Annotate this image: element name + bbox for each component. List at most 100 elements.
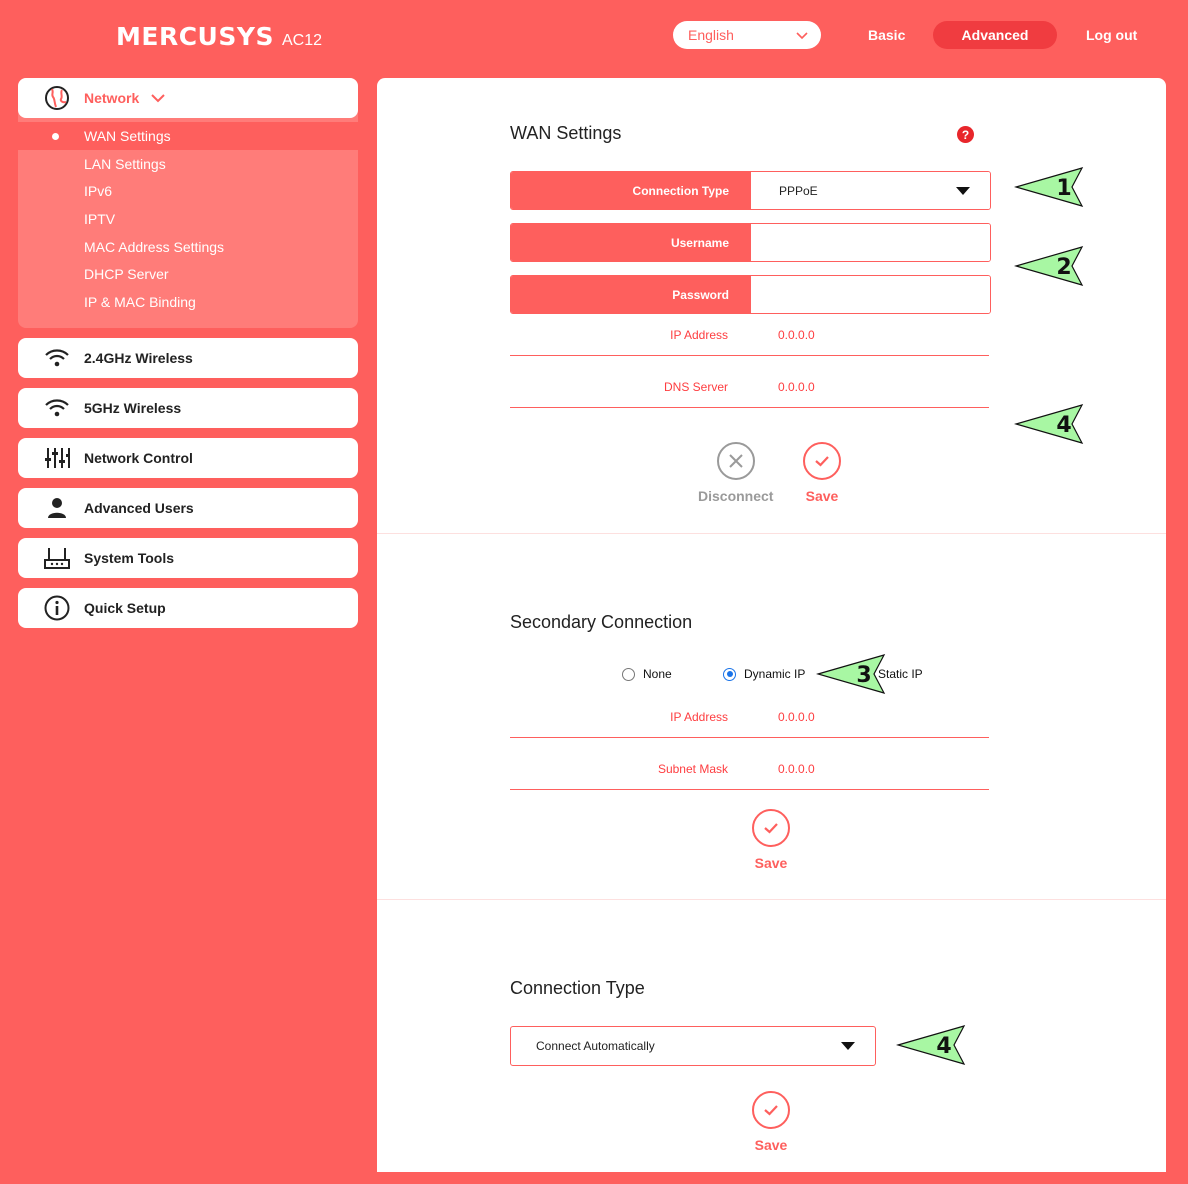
check-icon (752, 1091, 790, 1129)
sidebar-item-network-control[interactable]: Network Control (18, 437, 358, 478)
sidebar-subitem-mac-address[interactable]: MAC Address Settings (18, 233, 358, 261)
connection-type-select[interactable]: Connection Type PPPoE (510, 171, 991, 210)
model-name: AC12 (281, 32, 322, 49)
username-field[interactable]: Username (510, 223, 991, 262)
wifi-icon (42, 395, 72, 421)
secondary-ip-row: IP Address 0.0.0.0 (510, 708, 989, 738)
sidebar-item-24ghz-wireless[interactable]: 2.4GHz Wireless (18, 337, 358, 378)
info-icon (42, 595, 72, 621)
sidebar-item-5ghz-wireless[interactable]: 5GHz Wireless (18, 387, 358, 428)
annotation-arrow-4b: 4 (896, 1025, 966, 1065)
disconnect-button[interactable]: Disconnect (698, 442, 773, 504)
wan-save-button[interactable]: Save (803, 442, 841, 504)
annotation-arrow-2: 2 (1014, 246, 1084, 286)
check-icon (803, 442, 841, 480)
caret-down-icon (841, 1042, 855, 1050)
chevron-down-icon (151, 94, 165, 103)
connection-type-title: Connection Type (510, 978, 645, 998)
sidebar-item-label: Quick Setup (84, 599, 166, 616)
connection-type-value: PPPoE (779, 183, 818, 198)
connection-save-button[interactable]: Save (752, 1091, 790, 1153)
wan-dns-row: DNS Server 0.0.0.0 (510, 378, 989, 408)
sidebar-subitem-ipv6[interactable]: IPv6 (18, 177, 358, 205)
subitem-label: MAC Address Settings (84, 238, 225, 255)
section-divider (377, 533, 1166, 534)
subitem-label: WAN Settings (84, 127, 171, 144)
annotation-number: 3 (856, 663, 871, 688)
password-label: Password (511, 276, 751, 313)
wan-settings-title: WAN Settings (510, 123, 622, 143)
connection-mode-select[interactable]: Connect Automatically (510, 1026, 876, 1066)
globe-icon (42, 85, 72, 111)
language-select[interactable]: English (673, 21, 821, 49)
password-input[interactable] (751, 276, 990, 313)
nav-basic[interactable]: Basic (868, 27, 905, 43)
brand-name: MERCUSYS (116, 22, 274, 51)
sidebar-item-system-tools[interactable]: System Tools (18, 537, 358, 578)
subitem-label: IPTV (84, 210, 116, 227)
sidebar-item-network[interactable]: Network (18, 78, 358, 118)
secondary-connection-title: Secondary Connection (510, 612, 693, 632)
sliders-icon (42, 445, 72, 471)
annotation-number: 1 (1056, 176, 1071, 201)
check-icon (752, 809, 790, 847)
disconnect-label: Disconnect (698, 488, 774, 504)
help-icon[interactable]: ? (957, 126, 974, 143)
chevron-down-icon (796, 32, 808, 40)
username-label: Username (511, 224, 751, 261)
subnet-mask-value: 0.0.0.0 (778, 762, 815, 776)
sidebar-item-label: Advanced Users (84, 499, 194, 516)
save-label: Save (754, 1137, 788, 1153)
annotation-arrow-3: 3 (816, 654, 886, 694)
sidebar-subitem-ip-mac-binding[interactable]: IP & MAC Binding (18, 288, 358, 316)
password-field[interactable]: Password (510, 275, 991, 314)
annotation-number: 4 (1056, 413, 1071, 438)
save-label: Save (805, 488, 839, 504)
radio-dynamic-ip[interactable]: Dynamic IP (723, 667, 805, 681)
subitem-label: IPv6 (84, 183, 113, 200)
network-submenu: WAN Settings LAN Settings IPv6 IPTV MAC … (18, 118, 358, 328)
wifi-icon (42, 345, 72, 371)
main-panel: WAN Settings ? Connection Type PPPoE Use… (377, 78, 1166, 1172)
radio-none[interactable]: None (622, 667, 672, 681)
user-icon (42, 495, 72, 521)
network-menu-group: Network WAN Settings LAN Settings IPv6 I… (18, 78, 358, 328)
sidebar-subitem-wan-settings[interactable]: WAN Settings (18, 122, 358, 150)
ip-address-label: IP Address (670, 328, 728, 342)
dns-server-value: 0.0.0.0 (778, 380, 815, 394)
sidebar-item-quick-setup[interactable]: Quick Setup (18, 587, 358, 628)
subitem-label: IP & MAC Binding (84, 293, 196, 310)
annotation-arrow-4: 4 (1014, 404, 1084, 444)
username-input[interactable] (751, 224, 990, 261)
sidebar-item-label: System Tools (84, 549, 174, 566)
caret-down-icon (956, 186, 970, 195)
sidebar-item-advanced-users[interactable]: Advanced Users (18, 487, 358, 528)
radio-circle-selected (723, 667, 736, 681)
save-label: Save (754, 855, 788, 871)
secondary-save-button[interactable]: Save (752, 809, 790, 871)
radio-label: Dynamic IP (744, 667, 806, 681)
sidebar-subitem-lan-settings[interactable]: LAN Settings (18, 150, 358, 178)
nav-advanced[interactable]: Advanced (933, 21, 1057, 49)
sidebar: Network WAN Settings LAN Settings IPv6 I… (18, 78, 358, 638)
close-icon (716, 442, 755, 480)
ip-address-value: 0.0.0.0 (778, 710, 815, 724)
sidebar-subitem-iptv[interactable]: IPTV (18, 205, 358, 233)
ip-address-label: IP Address (670, 710, 728, 724)
connection-mode-value: Connect Automatically (536, 1039, 655, 1053)
nav-logout[interactable]: Log out (1086, 27, 1137, 43)
radio-label: None (643, 667, 672, 681)
dns-server-label: DNS Server (663, 380, 728, 394)
radio-circle (622, 667, 635, 681)
annotation-number: 4 (936, 1034, 951, 1059)
subitem-label: DHCP Server (84, 266, 169, 283)
active-dot (52, 133, 59, 140)
sidebar-subitem-dhcp-server[interactable]: DHCP Server (18, 260, 358, 288)
subitem-label: LAN Settings (84, 155, 166, 172)
wan-ip-row: IP Address 0.0.0.0 (510, 326, 989, 356)
secondary-mask-row: Subnet Mask 0.0.0.0 (510, 760, 989, 790)
brand-logo: MERCUSYS AC12 (116, 22, 322, 51)
sidebar-item-label: Network (84, 90, 140, 106)
router-icon (42, 545, 72, 571)
language-value: English (688, 27, 734, 43)
